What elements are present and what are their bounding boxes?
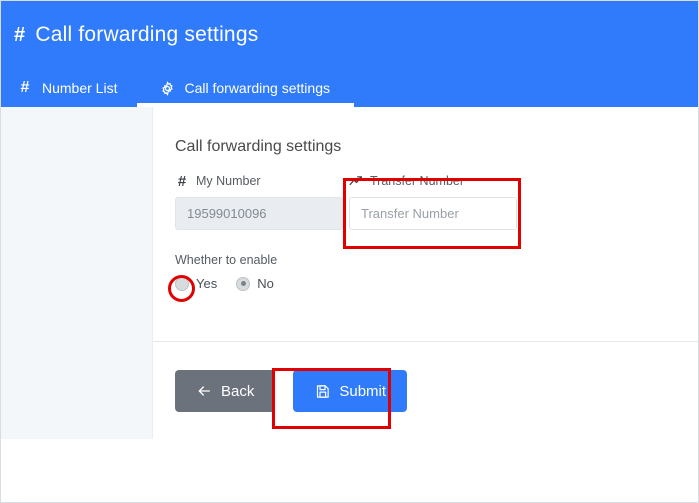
- field-transfer-number-label: Transfer Number: [349, 173, 517, 189]
- gear-icon: [159, 80, 175, 96]
- trending-up-icon: [349, 174, 363, 188]
- arrow-left-icon: [196, 383, 212, 399]
- settings-panel: Call forwarding settings # My Number 195…: [153, 107, 698, 439]
- page-title: # Call forwarding settings: [14, 22, 258, 48]
- app-window: # Call forwarding settings # Number List…: [0, 0, 699, 503]
- field-transfer-number-label-text: Transfer Number: [370, 174, 465, 188]
- action-section: Back Submit: [153, 342, 698, 439]
- page-title-text: Call forwarding settings: [35, 23, 259, 46]
- page-header: # Call forwarding settings # Number List…: [1, 1, 698, 107]
- transfer-number-input[interactable]: [349, 197, 517, 230]
- save-icon: [314, 383, 330, 399]
- radio-yes-label: Yes: [196, 276, 218, 291]
- hash-icon: #: [14, 24, 26, 46]
- enable-label: Whether to enable: [175, 253, 278, 267]
- back-button[interactable]: Back: [175, 370, 276, 412]
- form-title: Call forwarding settings: [175, 138, 342, 155]
- radio-no-label: No: [257, 276, 274, 291]
- tab-bar: # Number List Call forwarding settings: [1, 69, 354, 107]
- submit-button-label: Submit: [339, 382, 387, 400]
- tab-call-forwarding-settings-label: Call forwarding settings: [184, 80, 330, 96]
- radio-option-yes[interactable]: Yes: [175, 276, 217, 291]
- submit-button[interactable]: Submit: [293, 370, 408, 412]
- content-area: Call forwarding settings # My Number 195…: [1, 107, 698, 439]
- field-my-number: # My Number: [175, 173, 343, 230]
- radio-yes-indicator[interactable]: [175, 276, 189, 291]
- radio-no-indicator[interactable]: [236, 276, 251, 291]
- field-my-number-label-text: My Number: [196, 174, 261, 188]
- hash-icon: #: [177, 172, 187, 190]
- radio-row: Yes No: [175, 276, 284, 291]
- hash-icon: #: [20, 79, 30, 96]
- sidebar: [1, 107, 153, 439]
- action-buttons: Back Submit: [175, 370, 408, 412]
- form-section: Call forwarding settings # My Number 195…: [153, 107, 698, 342]
- tab-number-list-label: Number List: [42, 80, 118, 96]
- field-my-number-label: # My Number: [175, 172, 343, 190]
- enable-radio-group: Whether to enable Yes No: [175, 253, 284, 291]
- tab-number-list[interactable]: # Number List: [1, 69, 137, 107]
- radio-option-no[interactable]: No: [236, 276, 274, 291]
- my-number-input: [175, 197, 343, 230]
- field-transfer-number: Transfer Number: [349, 173, 517, 230]
- back-button-label: Back: [221, 382, 255, 400]
- tab-call-forwarding-settings[interactable]: Call forwarding settings: [137, 69, 354, 107]
